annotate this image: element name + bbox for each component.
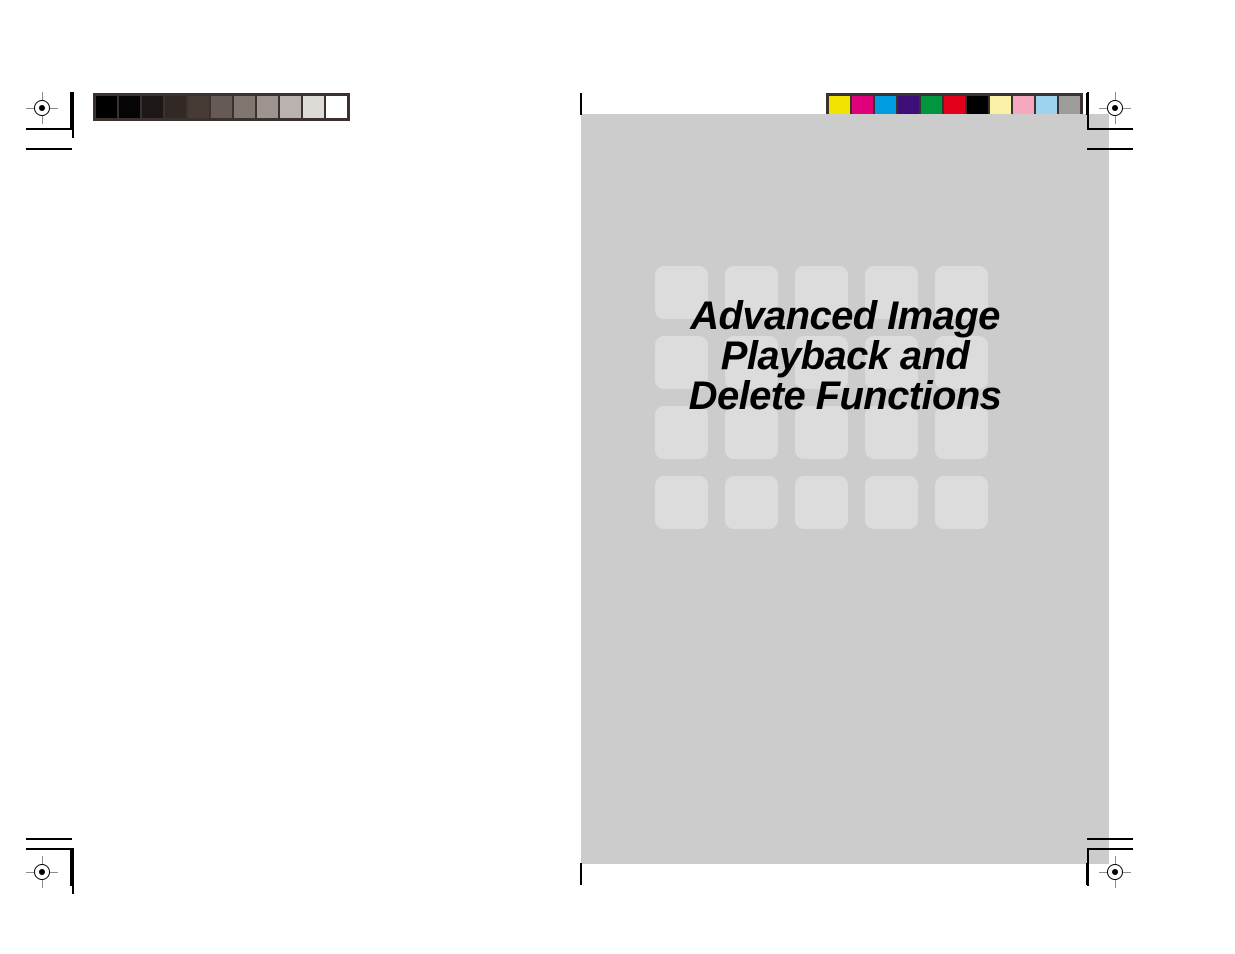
registration-mark-top-right [1099,92,1131,124]
crop-tick-top-right [1087,148,1133,150]
grid-tile [795,476,848,529]
grayscale-calibration-strip [93,93,350,121]
grayscale-swatch [165,96,186,118]
grid-tile [655,476,708,529]
page-canvas: Advanced Image Playback and Delete Funct… [0,0,1235,954]
crop-mark-top-left-vertical [580,93,582,115]
crop-vline-top-left [72,92,74,138]
cover-page-panel: Advanced Image Playback and Delete Funct… [581,114,1109,864]
crop-tick-bottom-left [26,838,72,840]
grayscale-swatch [280,96,301,118]
grid-tile [935,476,988,529]
crop-mark-bottom-left-vertical [580,863,582,885]
registration-mark-top-left [26,92,58,124]
grayscale-swatch [257,96,278,118]
grayscale-swatch [234,96,255,118]
cover-title: Advanced Image Playback and Delete Funct… [688,294,1002,418]
grayscale-swatch [119,96,140,118]
grayscale-swatch [188,96,209,118]
grayscale-swatch [303,96,324,118]
crop-vline-bottom-left [72,848,74,894]
grayscale-swatch [96,96,117,118]
grid-tile [865,476,918,529]
grayscale-swatch [211,96,232,118]
grid-tile [725,476,778,529]
registration-mark-bottom-right [1099,856,1131,888]
grayscale-swatch [142,96,163,118]
grayscale-swatch [326,96,347,118]
crop-tick-top-left [26,148,72,150]
registration-mark-bottom-left [26,856,58,888]
crop-tick-bottom-right [1087,838,1133,840]
